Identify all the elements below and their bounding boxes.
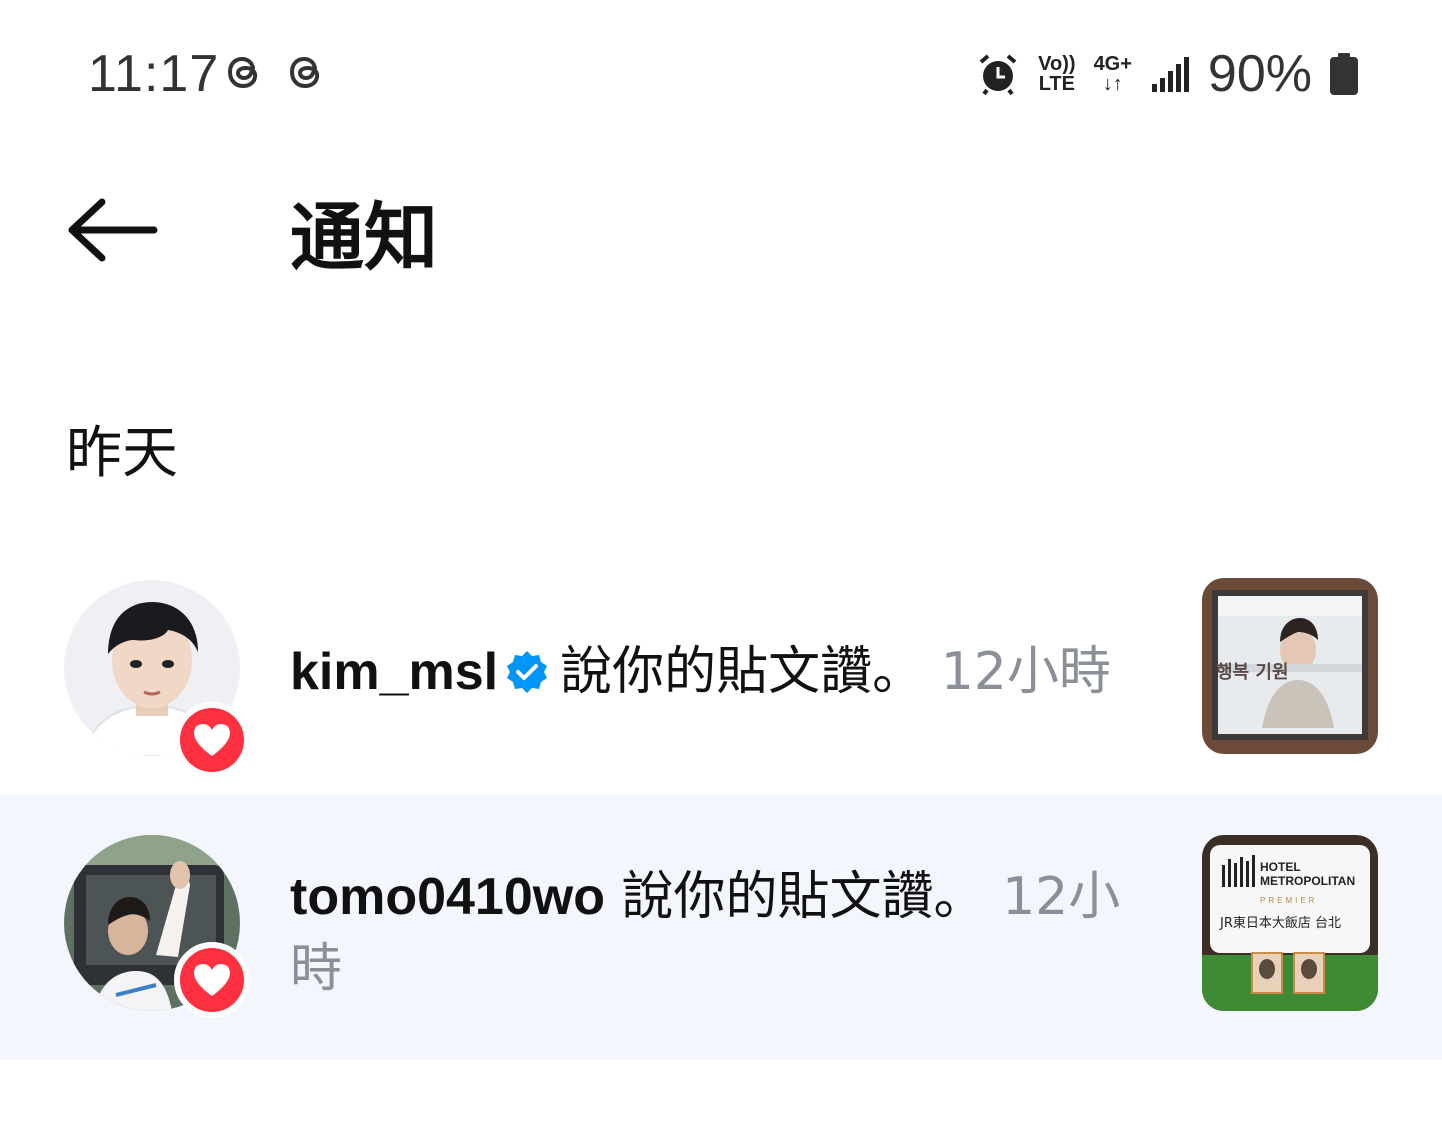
like-badge (174, 702, 250, 778)
threads-icon (289, 56, 320, 89)
page-header: 通知 (0, 150, 1442, 310)
hotel-name: HOTEL (1260, 860, 1301, 874)
page-title: 通知 (290, 195, 438, 281)
status-time: 11:17 (88, 45, 220, 103)
network-indicator: 4G+ ↓↑ (1094, 54, 1132, 94)
time-ago: 12小時 (940, 642, 1111, 702)
data-arrows-icon: ↓↑ (1102, 73, 1123, 95)
notification-text: tomo0410wo 說你的貼文讚。 12小時 (290, 861, 1150, 1005)
verified-badge-icon (507, 651, 548, 693)
post-thumbnail[interactable]: 행복 기원 (1202, 578, 1378, 754)
username[interactable]: tomo0410wo (290, 868, 605, 926)
notification-text: kim_msl 說你的貼文讚。 12小時 (290, 636, 1150, 708)
heart-icon (194, 724, 230, 756)
status-bar: 11:17 Vo)) LTE 4G+ ↓↑ 90% (0, 0, 1442, 150)
action-text: 說你的貼文讚。 (621, 867, 986, 927)
svg-text:METROPOLITAN: METROPOLITAN (1260, 874, 1355, 888)
network-type: 4G+ (1093, 53, 1132, 75)
notification-row[interactable]: tomo0410wo 說你的貼文讚。 12小時 HOTEL METROPOLIT… (0, 795, 1442, 1060)
action-text: 說你的貼文讚。 (560, 642, 925, 702)
alarm-icon (979, 54, 1017, 96)
heart-icon (194, 964, 230, 996)
poster-text: 행복 기원 (1216, 662, 1289, 683)
hotel-city: JR東日本大飯店 台北 (1219, 915, 1341, 931)
username[interactable]: kim_msl (290, 643, 498, 701)
back-button[interactable] (62, 190, 162, 270)
like-badge (174, 942, 250, 1018)
volte-indicator: Vo)) LTE (1038, 54, 1075, 94)
battery-percent: 90% (1207, 45, 1312, 103)
post-thumbnail[interactable]: HOTEL METROPOLITAN PREMIER JR東日本大飯店 台北 (1202, 835, 1378, 1011)
signal-icon (1151, 57, 1189, 92)
threads-icon (227, 56, 258, 89)
battery-icon (1330, 53, 1358, 95)
notification-row[interactable]: kim_msl 說你的貼文讚。 12小時 행복 기원 (0, 560, 1442, 790)
hotel-sub: PREMIER (1260, 896, 1317, 905)
volte-bottom: LTE (1038, 73, 1075, 95)
volte-top: Vo)) (1038, 53, 1076, 75)
section-title-yesterday: 昨天 (66, 421, 178, 486)
status-indicators: Vo)) LTE 4G+ ↓↑ 90% (976, 44, 1358, 104)
